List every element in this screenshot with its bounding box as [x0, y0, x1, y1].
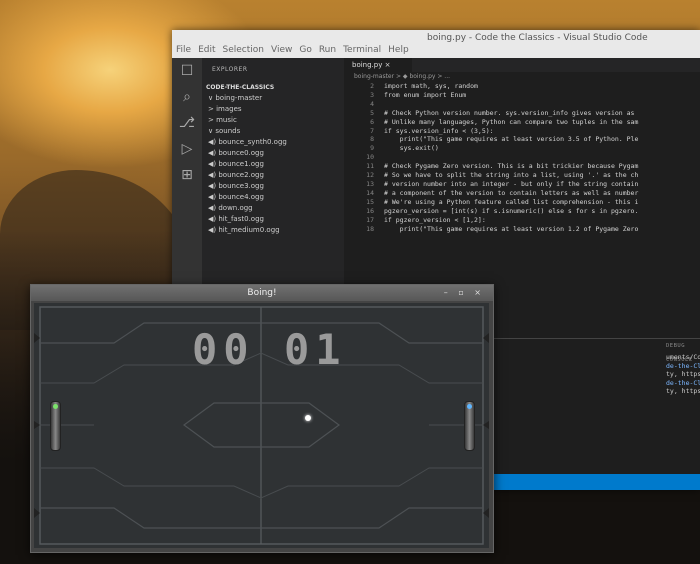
- game-titlebar: Boing! – ▫ ×: [31, 285, 493, 301]
- line-number: 9: [370, 144, 374, 153]
- code-lines: 2 import math, sys, random 3 from enum imp…: [344, 82, 700, 233]
- right-bat: [464, 401, 475, 451]
- vscode-menubar: File Edit Selection View Go Run Terminal…: [176, 45, 409, 55]
- line-number: 10: [366, 153, 374, 162]
- tree-item[interactable]: > music: [202, 115, 344, 126]
- line-text: # Check Pygame Zero version. This is a b…: [384, 162, 639, 171]
- line-number: 18: [366, 224, 374, 233]
- code-line: 10: [344, 153, 700, 162]
- game-window-title: Boing!: [247, 288, 277, 298]
- line-number: 11: [366, 162, 374, 171]
- line-number: 6: [370, 117, 374, 126]
- left-bat: [50, 401, 61, 451]
- line-text: sys.exit(): [384, 144, 439, 153]
- code-line: 5 # Check Python version number. sys.vers…: [344, 109, 700, 118]
- line-number: 16: [366, 206, 374, 215]
- menu-selection[interactable]: Selection: [223, 45, 264, 55]
- line-number: 2: [370, 82, 374, 90]
- game-court: 00 01: [34, 303, 489, 548]
- code-line: 12 # So we have to split the string into …: [344, 171, 700, 180]
- bat-light: [467, 404, 472, 409]
- code-line: 18 print("This game requires at least ve…: [344, 225, 700, 234]
- vscode-window-title: boing.py - Code the Classics - Visual St…: [427, 33, 648, 43]
- tree-item[interactable]: ◀) hit_medium0.ogg: [202, 225, 344, 236]
- code-line: 15 # We're using a Python feature called …: [344, 198, 700, 207]
- code-line: 2 import math, sys, random: [344, 82, 700, 91]
- line-number: 4: [370, 99, 374, 108]
- line-number: 12: [366, 171, 374, 180]
- code-line: 3 from enum import Enum: [344, 91, 700, 100]
- line-text: # version number into an integer - but o…: [384, 179, 639, 188]
- line-text: if sys.version_info < (3,5):: [384, 126, 494, 135]
- line-number: 14: [366, 188, 374, 197]
- menu-file[interactable]: File: [176, 45, 191, 55]
- score-right: 01: [284, 325, 347, 374]
- court-lines: [34, 303, 489, 548]
- tree-item[interactable]: ◀) bounce2.ogg: [202, 170, 344, 181]
- tree-item[interactable]: ◀) bounce_synth0.ogg: [202, 137, 344, 148]
- code-line: 8 print("This game requires at least ver…: [344, 135, 700, 144]
- tree-item[interactable]: ◀) bounce0.ogg: [202, 148, 344, 159]
- tree-item[interactable]: ◀) bounce3.ogg: [202, 181, 344, 192]
- tree-item[interactable]: ◀) bounce4.ogg: [202, 192, 344, 203]
- line-text: # Check Python version number. sys.versi…: [384, 108, 635, 117]
- project-folder[interactable]: CODE-THE-CLASSICS: [202, 82, 344, 93]
- menu-view[interactable]: View: [271, 45, 292, 55]
- line-number: 13: [366, 179, 374, 188]
- menu-go[interactable]: Go: [299, 45, 311, 55]
- extensions-icon[interactable]: ⊞: [172, 162, 202, 188]
- explorer-header: EXPLORER: [212, 66, 248, 73]
- line-text: pgzero_version = [int(s) if s.isnumeric(…: [384, 206, 639, 215]
- line-number: 17: [366, 215, 374, 224]
- tree-item[interactable]: ∨ sounds: [202, 126, 344, 137]
- tab-label: boing.py: [352, 61, 383, 69]
- boing-game-window[interactable]: Boing! – ▫ × 00 01: [30, 284, 494, 553]
- tree-item[interactable]: > images: [202, 104, 344, 115]
- tab-boing-py[interactable]: boing.py ×: [344, 58, 412, 72]
- score-left: 00: [192, 325, 255, 374]
- explorer-icon[interactable]: ☐: [172, 58, 202, 84]
- tree-item[interactable]: ◀) bounce1.ogg: [202, 159, 344, 170]
- line-text: if pgzero_version < [1,2]:: [384, 215, 486, 224]
- vscode-titlebar: boing.py - Code the Classics - Visual St…: [172, 30, 700, 58]
- line-number: 5: [370, 108, 374, 117]
- ball: [305, 415, 311, 421]
- menu-terminal[interactable]: Terminal: [343, 45, 381, 55]
- tree-item[interactable]: ∨ boing-master: [202, 93, 344, 104]
- run-debug-icon[interactable]: ▷: [172, 136, 202, 162]
- code-line: 17 if pgzero_version < [1,2]:: [344, 216, 700, 225]
- search-icon[interactable]: ⌕: [172, 84, 202, 110]
- code-line: 9 sys.exit(): [344, 144, 700, 153]
- line-text: # a component of the version to contain …: [384, 188, 639, 197]
- code-line: 11 # Check Pygame Zero version. This is a…: [344, 162, 700, 171]
- line-text: print("This game requires at least versi…: [384, 224, 639, 233]
- source-control-icon[interactable]: ⎇: [172, 110, 202, 136]
- line-text: # So we have to split the string into a …: [384, 171, 639, 180]
- line-text: # Unlike many languages, Python can comp…: [384, 117, 639, 126]
- close-icon[interactable]: ×: [385, 61, 391, 69]
- code-line: 16 pgzero_version = [int(s) if s.isnumeri…: [344, 207, 700, 216]
- line-number: 8: [370, 135, 374, 144]
- code-line: 4: [344, 100, 700, 109]
- tree-item[interactable]: ◀) hit_fast0.ogg: [202, 214, 344, 225]
- menu-help[interactable]: Help: [388, 45, 409, 55]
- code-line: 7 if sys.version_info < (3,5):: [344, 127, 700, 136]
- code-line: 13 # version number into an integer - but…: [344, 180, 700, 189]
- code-line: 6 # Unlike many languages, Python can com…: [344, 118, 700, 127]
- line-text: # We're using a Python feature called li…: [384, 197, 639, 206]
- line-number: 3: [370, 90, 374, 99]
- editor-tabs: boing.py ×: [344, 58, 700, 72]
- breadcrumb[interactable]: boing-master > ◆ boing.py > ...: [344, 72, 700, 82]
- line-number: 7: [370, 126, 374, 135]
- line-text: from enum import Enum: [384, 90, 467, 99]
- code-line: 14 # a component of the version to contai…: [344, 189, 700, 198]
- menu-edit[interactable]: Edit: [198, 45, 215, 55]
- tree-item[interactable]: ◀) down.ogg: [202, 203, 344, 214]
- window-controls[interactable]: – ▫ ×: [444, 285, 485, 301]
- bat-light: [53, 404, 58, 409]
- line-text: print("This game requires at least versi…: [384, 135, 639, 144]
- menu-run[interactable]: Run: [319, 45, 336, 55]
- line-text: import math, sys, random: [384, 82, 478, 90]
- line-number: 15: [366, 197, 374, 206]
